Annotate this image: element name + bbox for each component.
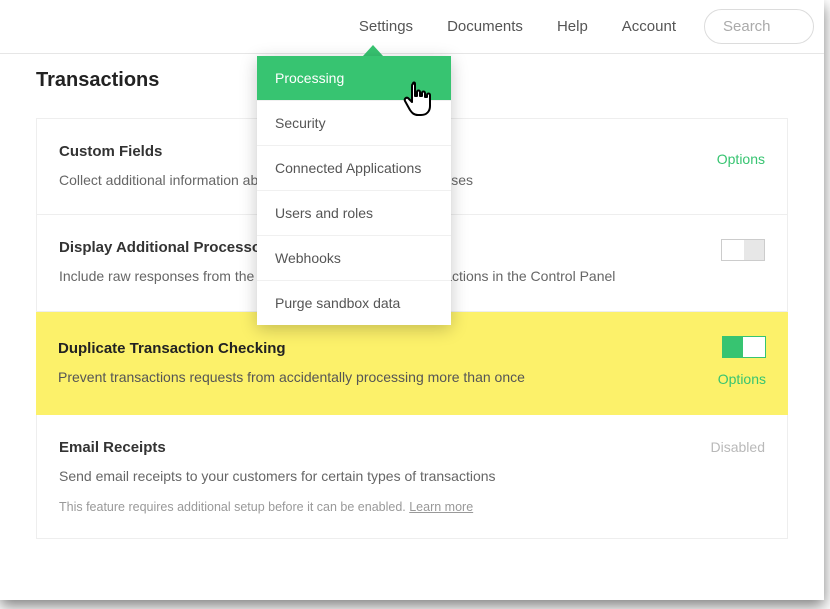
- section-title: Duplicate Transaction Checking: [58, 340, 766, 357]
- nav-settings[interactable]: Settings: [359, 18, 413, 35]
- section-duplicate-checking: Options Duplicate Transaction Checking P…: [36, 312, 788, 415]
- nav-account[interactable]: Account: [622, 18, 676, 35]
- section-note: This feature requires additional setup b…: [59, 500, 765, 514]
- settings-dropdown: Processing Security Connected Applicatio…: [257, 56, 451, 325]
- section-right: [721, 239, 765, 266]
- dropdown-item-users-and-roles[interactable]: Users and roles: [257, 191, 451, 236]
- section-desc: Send email receipts to your customers fo…: [59, 466, 765, 486]
- dropdown-item-security[interactable]: Security: [257, 101, 451, 146]
- note-text: This feature requires additional setup b…: [59, 500, 409, 514]
- dropdown-item-purge-sandbox-data[interactable]: Purge sandbox data: [257, 281, 451, 325]
- section-desc: Prevent transactions requests from accid…: [58, 367, 766, 387]
- section-right: Options: [718, 336, 766, 389]
- options-link[interactable]: Options: [717, 151, 765, 167]
- learn-more-link[interactable]: Learn more: [409, 500, 473, 514]
- search-input[interactable]: Search: [704, 9, 814, 44]
- options-link[interactable]: Options: [718, 371, 766, 387]
- nav-help[interactable]: Help: [557, 18, 588, 35]
- search-placeholder: Search: [723, 18, 771, 35]
- status-disabled: Disabled: [711, 439, 765, 455]
- toggle-knob: [723, 337, 743, 357]
- section-email-receipts: Disabled Email Receipts Send email recei…: [36, 415, 788, 539]
- dropdown-caret-icon: [363, 45, 383, 56]
- toggle-knob: [744, 240, 764, 260]
- section-title: Email Receipts: [59, 439, 765, 456]
- app-frame: Settings Documents Help Account Search T…: [0, 0, 824, 600]
- nav-documents[interactable]: Documents: [447, 18, 523, 35]
- section-right: Disabled: [711, 439, 765, 457]
- top-bar: Settings Documents Help Account Search: [0, 0, 824, 54]
- dropdown-item-connected-applications[interactable]: Connected Applications: [257, 146, 451, 191]
- dropdown-item-processing[interactable]: Processing: [257, 56, 451, 101]
- toggle-processor-response[interactable]: [721, 239, 765, 261]
- nav: Settings Documents Help Account: [359, 18, 676, 35]
- dropdown-item-webhooks[interactable]: Webhooks: [257, 236, 451, 281]
- section-right: Options: [717, 143, 765, 169]
- toggle-duplicate-checking[interactable]: [722, 336, 766, 358]
